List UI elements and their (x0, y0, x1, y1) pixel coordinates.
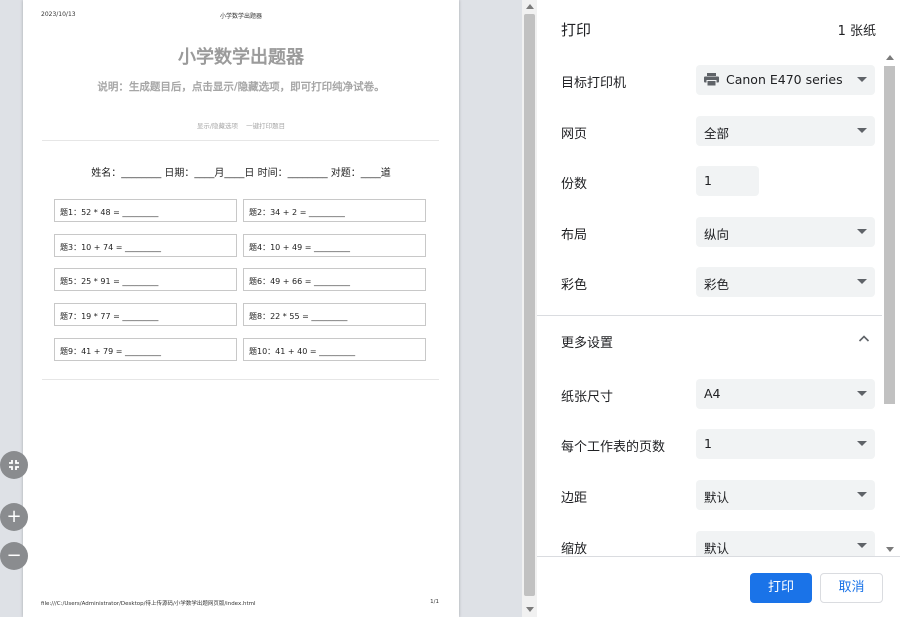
page-header-title: 小学数学出题器 (219, 13, 262, 20)
pages-label: 网页 (561, 127, 588, 142)
scroll-up-arrow-icon[interactable] (886, 55, 894, 60)
dropdown-caret-icon (857, 77, 867, 82)
pages-per-sheet-label: 每个工作表的页数 (561, 440, 666, 455)
question-box: 题8：22 * 55 = _________ (243, 303, 426, 326)
dropdown-caret-icon (857, 391, 867, 396)
dropdown-caret-icon (857, 229, 867, 234)
scrollbar-thumb[interactable] (884, 66, 895, 404)
print-button[interactable]: 打印 (750, 573, 812, 603)
scale-label: 缩放 (561, 542, 588, 557)
zoom-in-button[interactable]: + (0, 503, 28, 531)
action-bar: 打印 取消 (537, 556, 900, 617)
student-info-line: 姓名：________ 日期：____月____日 时间：________ 对题… (91, 168, 391, 179)
layout-value: 纵向 (704, 227, 730, 242)
question-box: 题2：34 + 2 = _________ (243, 199, 426, 222)
layout-label: 布局 (561, 228, 588, 243)
question-box: 题3：10 + 74 = _________ (54, 234, 237, 257)
print-preview-area: 2023/10/13 小学数学出题器 小学数学出题器 说明：生成题目后，点击显示… (0, 0, 522, 617)
question-box: 题4：10 + 49 = _________ (243, 234, 426, 257)
paper-size-label: 纸张尺寸 (561, 390, 614, 405)
print-questions-link: 一键打印题目 (246, 122, 286, 130)
settings-scrollbar[interactable] (882, 52, 900, 556)
question-box: 题6：49 + 66 = _________ (243, 268, 426, 291)
preview-scrollbar[interactable] (522, 0, 537, 617)
page-footer-path: file:///C:/Users/Administrator/Desktop/待… (41, 601, 256, 607)
question-box: 题10：41 + 40 = _________ (243, 338, 426, 361)
pages-per-sheet-select[interactable]: 1 (696, 429, 875, 459)
pages-select[interactable]: 全部 (696, 116, 875, 146)
doc-links: 显示/隐藏选项 一键打印题目 (23, 120, 459, 130)
paper-size-select[interactable]: A4 (696, 379, 875, 409)
zoom-out-button[interactable]: − (0, 542, 28, 570)
dropdown-caret-icon (857, 492, 867, 497)
dropdown-caret-icon (857, 441, 867, 446)
destination-select[interactable]: Canon E470 series (696, 65, 875, 95)
cancel-button[interactable]: 取消 (820, 573, 883, 603)
scroll-down-arrow-icon[interactable] (526, 607, 534, 612)
color-select[interactable]: 彩色 (696, 267, 875, 297)
doc-subtitle: 说明：生成题目后，点击显示/隐藏选项，即可打印纯净试卷。 (97, 81, 385, 93)
section-divider (537, 315, 882, 316)
page-footer-number: 1/1 (430, 599, 439, 605)
copies-label: 份数 (561, 177, 588, 192)
color-label: 彩色 (561, 278, 588, 293)
margins-value: 默认 (704, 490, 730, 505)
pages-per-sheet-value: 1 (704, 436, 712, 451)
color-value: 彩色 (704, 277, 730, 292)
layout-select[interactable]: 纵向 (696, 217, 875, 247)
destination-value: Canon E470 series (726, 72, 843, 87)
fit-to-page-button[interactable] (0, 451, 28, 479)
margins-label: 边距 (561, 491, 588, 506)
sheet-count: 1 张纸 (837, 24, 876, 39)
fit-to-page-icon (9, 460, 19, 470)
more-settings-toggle[interactable]: 更多设置 (561, 332, 613, 351)
doc-title: 小学数学出题器 (178, 47, 304, 68)
printer-icon (704, 73, 719, 86)
toggle-options-link: 显示/隐藏选项 (196, 122, 239, 130)
scale-value: 默认 (704, 541, 730, 556)
dropdown-caret-icon (857, 543, 867, 548)
question-box: 题1：52 * 48 = _________ (54, 199, 237, 222)
scrollbar-thumb[interactable] (524, 14, 535, 596)
doc-divider-bottom (42, 379, 439, 380)
panel-title: 打印 (561, 21, 592, 39)
chevron-up-icon[interactable] (858, 334, 870, 342)
pages-value: 全部 (704, 126, 730, 141)
preview-page: 2023/10/13 小学数学出题器 小学数学出题器 说明：生成题目后，点击显示… (23, 0, 459, 617)
dropdown-caret-icon (857, 279, 867, 284)
scroll-down-arrow-icon[interactable] (886, 547, 894, 552)
dropdown-caret-icon (857, 128, 867, 133)
paper-size-value: A4 (704, 386, 721, 401)
copies-input[interactable]: 1 (696, 166, 759, 196)
question-box: 题5：25 * 91 = _________ (54, 268, 237, 291)
destination-label: 目标打印机 (561, 76, 627, 91)
print-settings-panel: 打印 1 张纸 目标打印机 Canon E470 series 网页 全部 份数… (537, 0, 900, 617)
question-box: 题7：19 * 77 = _________ (54, 303, 237, 326)
scroll-up-arrow-icon[interactable] (526, 4, 534, 9)
doc-divider-top (42, 140, 439, 141)
question-box: 题9：41 + 79 = _________ (54, 338, 237, 361)
margins-select[interactable]: 默认 (696, 480, 875, 510)
